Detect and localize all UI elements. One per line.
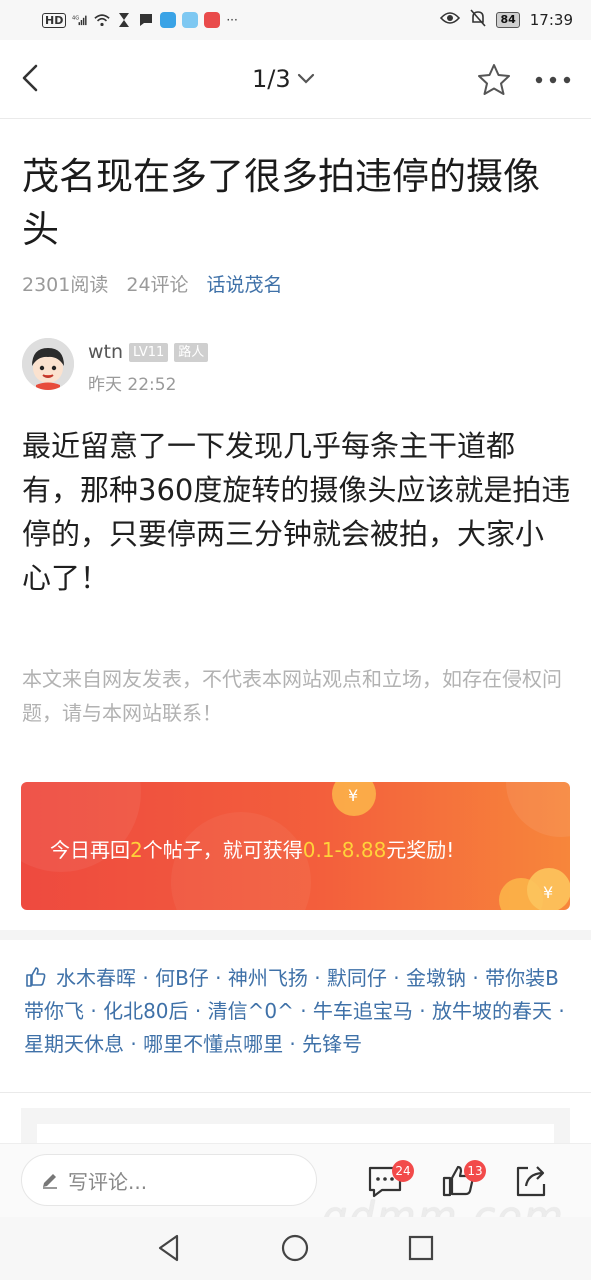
favorite-button[interactable]: [474, 60, 514, 100]
more-notifications: ···: [226, 13, 238, 27]
board-link[interactable]: 话说茂名: [207, 270, 283, 297]
eye-icon: [440, 11, 461, 29]
rank-badge: 路人: [174, 342, 209, 362]
read-count: 2301阅读: [22, 273, 109, 296]
back-button[interactable]: [14, 58, 54, 98]
back-arrow-icon: [22, 64, 38, 92]
pen-icon: [43, 1174, 57, 1189]
like-count-badge: 13: [464, 1160, 486, 1182]
circle-home-icon: [281, 1234, 309, 1262]
svg-text:¥: ¥: [543, 883, 553, 902]
post-meta: 2301阅读 24评论 话说茂名: [22, 268, 283, 298]
reward-count: 2: [130, 838, 143, 862]
status-left-icons: HD 4G ···: [42, 10, 238, 30]
signal-icon: 4G: [72, 12, 88, 28]
mute-bell-icon: [470, 9, 487, 31]
reward-banner-text: 今日再回2个帖子，就可获得0.1-8.88元奖励!: [50, 838, 455, 862]
reward-banner[interactable]: ¥ ¥ 今日再回2个帖子，就可获得0.1-8.88元奖励!: [21, 782, 570, 910]
comment-count: 24评论: [126, 273, 189, 296]
square-recents-icon: [408, 1235, 434, 1261]
post-time: 昨天 22:52: [88, 375, 177, 395]
app-icon-mascot: [182, 12, 199, 28]
reward-amount: 0.1-8.88: [302, 838, 387, 862]
more-dots-icon: [535, 76, 571, 84]
system-nav-bar: [0, 1217, 591, 1280]
likes-list[interactable]: 水木春晖 · 何B仔 · 神州飞扬 · 默同仔 · 金墩钠 · 带你装B带你飞 …: [24, 962, 572, 1061]
avatar-image: [22, 338, 74, 390]
liked-users: 水木春晖 · 何B仔 · 神州飞扬 · 默同仔 · 金墩钠 · 带你装B带你飞 …: [24, 966, 565, 1056]
clock: 17:39: [529, 11, 573, 29]
author-name[interactable]: wtn: [88, 341, 123, 363]
app-icon-bulb: [160, 12, 177, 28]
section-divider: [0, 930, 591, 940]
triangle-back-icon: [158, 1234, 179, 1262]
thumbs-up-icon: [26, 967, 46, 987]
disclaimer-text: 本文来自网友发表，不代表本网站观点和立场，如存在侵权问题，请与本网站联系！: [22, 667, 562, 725]
level-badge: LV11: [129, 342, 169, 362]
system-home-button[interactable]: [278, 1231, 312, 1265]
wifi-icon: [94, 12, 110, 28]
svg-text:4G: 4G: [72, 15, 79, 21]
divider: [0, 1092, 591, 1093]
status-right-icons: 84 17:39: [440, 9, 573, 31]
comment-input[interactable]: 写评论...: [21, 1154, 317, 1206]
top-nav-bar: 1/3: [0, 40, 591, 119]
hourglass-icon: [116, 12, 132, 28]
svg-text:¥: ¥: [348, 786, 358, 805]
comment-placeholder: 写评论...: [68, 1169, 148, 1194]
status-bar: HD 4G ··· 84 17:39: [0, 0, 591, 40]
author-line: wtn LV11 路人: [88, 340, 209, 364]
comment-count-badge: 24: [392, 1160, 414, 1182]
page-indicator: 1/3: [252, 65, 291, 93]
post-content: 最近留意了一下发现几乎每条主干道都有，那种360度旋转的摄像头应该就是拍违停的，…: [22, 429, 571, 595]
chevron-down-icon: [297, 73, 314, 84]
app-icon-shop: [204, 12, 221, 28]
page-selector[interactable]: 1/3: [252, 62, 315, 96]
more-button[interactable]: [531, 60, 575, 100]
post-title: 茂名现在多了很多拍违停的摄像头: [22, 155, 540, 251]
system-back-button[interactable]: [152, 1231, 186, 1265]
system-recents-button[interactable]: [404, 1231, 438, 1265]
battery-indicator: 84: [496, 12, 520, 28]
star-icon: [478, 64, 510, 95]
hd-indicator: HD: [42, 12, 67, 28]
avatar[interactable]: [22, 338, 74, 390]
message-icon: [138, 12, 154, 28]
